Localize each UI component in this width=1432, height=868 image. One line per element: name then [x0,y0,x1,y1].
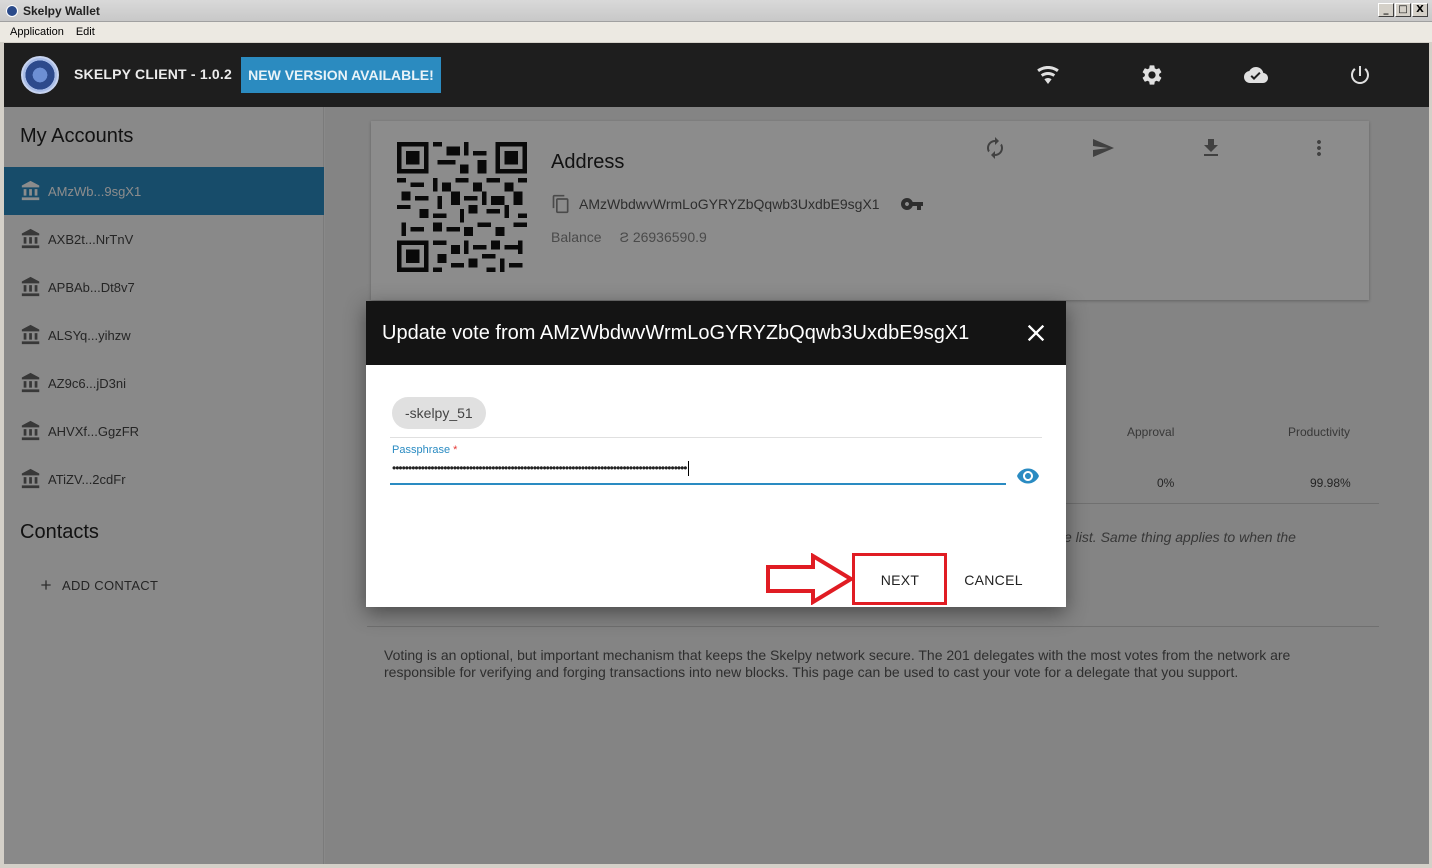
window-controls: _ □ X [1378,3,1428,17]
delegate-chip[interactable]: -skelpy_51 [392,397,486,429]
window-titlebar: Skelpy Wallet _ □ X [0,0,1432,22]
highlight-box [852,553,947,605]
update-vote-dialog: Update vote from AMzWbdwvWrmLoGYRYZbQqwb… [366,301,1066,607]
chip-divider [390,437,1042,438]
window-title: Skelpy Wallet [23,3,100,18]
power-icon[interactable] [1348,63,1372,87]
close-window-button[interactable]: X [1412,3,1428,17]
passphrase-label-text: Passphrase [392,444,451,456]
skelpy-logo-icon [21,56,59,94]
new-version-button[interactable]: NEW VERSION AVAILABLE! [241,57,441,93]
minimize-button[interactable]: _ [1378,3,1394,17]
cloud-done-icon[interactable] [1244,63,1268,87]
eye-icon[interactable] [1016,464,1040,488]
dialog-title: Update vote from AMzWbdwvWrmLoGYRYZbQqwb… [382,322,970,344]
required-mark: * [453,444,458,456]
text-caret [687,461,689,477]
arrow-annotation-icon [766,553,855,605]
passphrase-label: Passphrase * [392,444,457,456]
menu-edit[interactable]: Edit [70,26,101,38]
menu-application[interactable]: Application [4,26,70,38]
app-logo-icon [6,4,18,17]
settings-icon[interactable] [1140,63,1164,87]
dialog-header: Update vote from AMzWbdwvWrmLoGYRYZbQqwb… [366,301,1066,365]
maximize-button[interactable]: □ [1395,3,1411,17]
app-header: SKELPY CLIENT - 1.0.2 NEW VERSION AVAILA… [4,43,1429,107]
client-title: SKELPY CLIENT - 1.0.2 [74,66,232,82]
menubar: Application Edit [0,22,1432,42]
close-icon[interactable] [1022,319,1050,347]
passphrase-value: ••••••••••••••••••••••••••••••••••••••••… [392,461,688,475]
wifi-icon[interactable] [1036,63,1060,87]
cancel-button[interactable]: CANCEL [951,555,1036,605]
passphrase-input[interactable]: ••••••••••••••••••••••••••••••••••••••••… [390,461,1006,485]
